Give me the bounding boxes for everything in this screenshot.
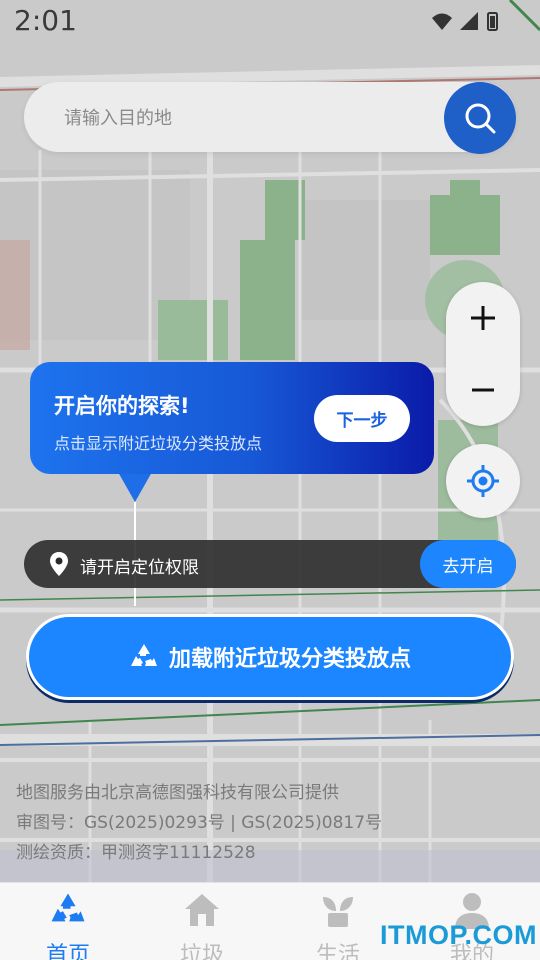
guide-title: 开启你的探索! xyxy=(54,394,190,418)
wifi-icon xyxy=(432,13,452,30)
search-button[interactable] xyxy=(444,82,516,154)
search-bar[interactable]: 请输入目的地 xyxy=(24,82,516,152)
search-input[interactable]: 请输入目的地 xyxy=(64,104,172,130)
tab-life-label: 生活 xyxy=(315,943,360,960)
locate-button[interactable] xyxy=(446,444,520,518)
load-nearby-points-button[interactable]: 加载附近垃圾分类投放点 xyxy=(26,614,514,700)
tab-life[interactable]: 生活 xyxy=(288,891,388,960)
plus-icon xyxy=(471,306,495,330)
tab-home[interactable]: 首页 xyxy=(18,891,118,960)
next-step-button[interactable]: 下一步 xyxy=(314,395,410,442)
guide-tooltip: 开启你的探索! 点击显示附近垃圾分类投放点 下一步 xyxy=(30,362,434,474)
status-time: 2:01 xyxy=(14,4,77,37)
zoom-out-button[interactable] xyxy=(446,354,520,426)
enable-location-button[interactable]: 去开启 xyxy=(420,540,516,588)
plant-icon xyxy=(323,897,353,927)
zoom-in-button[interactable] xyxy=(446,282,520,354)
location-permission-text: 请开启定位权限 xyxy=(80,558,199,578)
minus-icon xyxy=(472,388,494,392)
recycle-icon xyxy=(51,893,85,922)
map-credits: 地图服务由北京高德图强科技有限公司提供 审图号：GS(2025)0293号 | … xyxy=(16,778,382,868)
guide-subtitle: 点击显示附近垃圾分类投放点 xyxy=(54,434,263,453)
location-pin-icon xyxy=(50,552,68,576)
recycle-icon xyxy=(130,644,157,666)
home-icon xyxy=(185,894,219,926)
watermark: ITMOP.COM xyxy=(380,920,538,950)
signal-icon xyxy=(460,12,478,30)
credits-line-approval: 审图号：GS(2025)0293号 | GS(2025)0817号 xyxy=(16,813,383,833)
location-permission-banner: 请开启定位权限 去开启 xyxy=(24,540,516,588)
crosshair-icon xyxy=(467,465,499,497)
search-icon xyxy=(465,103,496,134)
tab-garbage[interactable]: 垃圾 xyxy=(152,891,252,960)
credits-line-provider: 地图服务由北京高德图强科技有限公司提供 xyxy=(16,783,339,803)
status-bar: 2:01 xyxy=(0,0,540,48)
guide-tooltip-arrow xyxy=(118,472,152,502)
status-icons xyxy=(430,10,500,38)
tab-garbage-label: 垃圾 xyxy=(179,943,224,960)
tab-home-label: 首页 xyxy=(45,943,90,960)
credits-line-qualification: 测绘资质：甲测资字11112528 xyxy=(16,843,256,863)
zoom-control xyxy=(446,282,520,426)
load-nearby-points-label: 加载附近垃圾分类投放点 xyxy=(168,647,411,672)
